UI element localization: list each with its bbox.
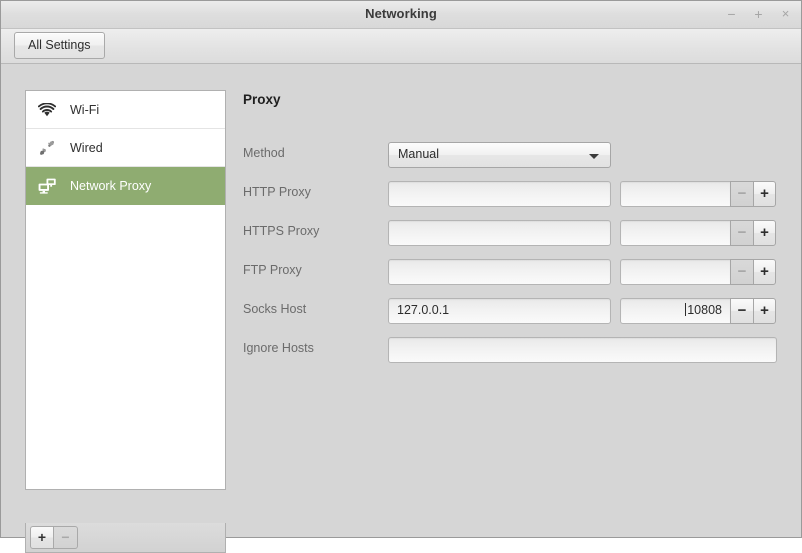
method-dropdown[interactable]: Manual <box>388 142 611 168</box>
socks-port-value: 10808 <box>687 303 722 317</box>
http-proxy-port-input[interactable] <box>620 181 730 207</box>
window-controls: − + × <box>724 4 793 24</box>
sidebar-item-label: Wi-Fi <box>70 102 100 117</box>
http-proxy-port-increment[interactable]: + <box>753 181 776 207</box>
https-proxy-port-input[interactable] <box>620 220 730 246</box>
content-area: Wi-Fi Wired Network Proxy + − Proxy Meth… <box>1 64 801 553</box>
http-proxy-port-decrement[interactable]: − <box>730 181 753 207</box>
socks-port-stepper: − + <box>730 298 776 324</box>
sidebar-item-label: Network Proxy <box>70 178 152 193</box>
https-proxy-row: HTTPS Proxy − + <box>243 220 777 246</box>
all-settings-button[interactable]: All Settings <box>14 32 105 59</box>
close-button[interactable]: × <box>778 4 793 24</box>
ignore-hosts-row: Ignore Hosts <box>243 337 777 363</box>
ignore-hosts-label: Ignore Hosts <box>243 341 314 355</box>
ftp-proxy-label: FTP Proxy <box>243 263 302 277</box>
proxy-panel: Proxy Method Manual HTTP Proxy − + HTTPS… <box>243 90 791 536</box>
http-proxy-label: HTTP Proxy <box>243 185 311 199</box>
socks-host-label: Socks Host <box>243 302 307 316</box>
sidebar-item-wired[interactable]: Wired <box>26 129 225 167</box>
chevron-down-icon <box>589 154 599 159</box>
sidebar-item-label: Wired <box>70 140 103 155</box>
socks-host-row: Socks Host 127.0.0.1 10808 − + <box>243 298 777 324</box>
https-proxy-host-input[interactable] <box>388 220 611 246</box>
socks-port-input[interactable]: 10808 <box>620 298 730 324</box>
sidebar-item-wifi[interactable]: Wi-Fi <box>26 91 225 129</box>
http-proxy-port-stepper: − + <box>730 181 776 207</box>
page-title: Proxy <box>243 92 281 107</box>
socks-host-input[interactable]: 127.0.0.1 <box>388 298 611 324</box>
toolbar: All Settings <box>1 29 801 64</box>
network-device-list: Wi-Fi Wired Network Proxy <box>25 90 226 490</box>
sidebar-item-network-proxy[interactable]: Network Proxy <box>26 167 225 205</box>
ftp-proxy-port-increment[interactable]: + <box>753 259 776 285</box>
socks-host-value: 127.0.0.1 <box>397 303 450 317</box>
ftp-proxy-port-decrement[interactable]: − <box>730 259 753 285</box>
ftp-proxy-port-input[interactable] <box>620 259 730 285</box>
wired-unplugged-icon <box>38 138 64 158</box>
ftp-proxy-host-input[interactable] <box>388 259 611 285</box>
socks-port-decrement[interactable]: − <box>730 298 753 324</box>
socks-port-value-wrap: 10808 <box>685 303 722 317</box>
minimize-button[interactable]: − <box>724 4 739 24</box>
title-bar: Networking − + × <box>1 1 801 29</box>
https-proxy-port-decrement[interactable]: − <box>730 220 753 246</box>
ftp-proxy-row: FTP Proxy − + <box>243 259 777 285</box>
method-row: Method Manual <box>243 142 777 168</box>
method-value: Manual <box>398 147 439 161</box>
network-proxy-icon <box>38 176 64 196</box>
wifi-icon <box>38 100 64 120</box>
http-proxy-row: HTTP Proxy − + <box>243 181 777 207</box>
maximize-button[interactable]: + <box>751 4 766 24</box>
ftp-proxy-port-stepper: − + <box>730 259 776 285</box>
method-label: Method <box>243 146 285 160</box>
networking-window: Networking − + × All Settings Wi-Fi Wire… <box>0 0 802 553</box>
device-list-toolbar: + − <box>25 523 226 553</box>
https-proxy-port-stepper: − + <box>730 220 776 246</box>
http-proxy-host-input[interactable] <box>388 181 611 207</box>
socks-port-increment[interactable]: + <box>753 298 776 324</box>
https-proxy-port-increment[interactable]: + <box>753 220 776 246</box>
https-proxy-label: HTTPS Proxy <box>243 224 320 238</box>
ignore-hosts-input[interactable] <box>388 337 777 363</box>
window-title: Networking <box>365 6 437 21</box>
